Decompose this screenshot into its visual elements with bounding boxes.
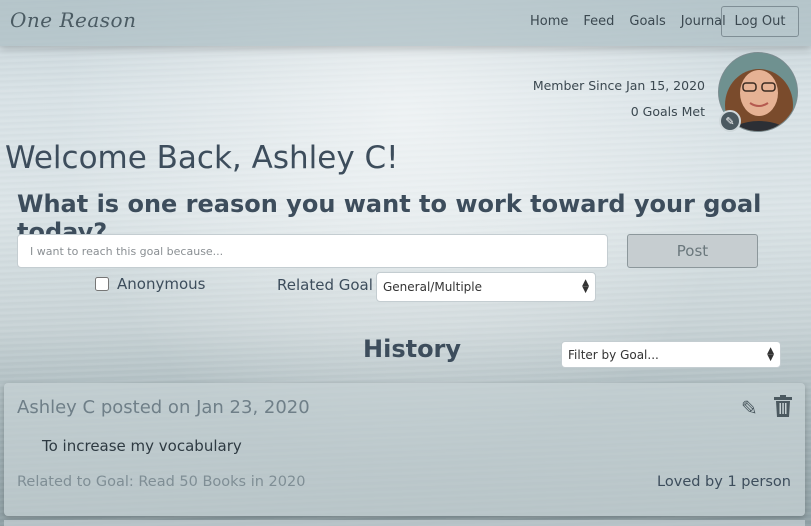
pencil-icon[interactable]: ✎ bbox=[741, 396, 758, 420]
post-card: Ashley C posted on Jan 23, 2020 ✎ To inc… bbox=[4, 383, 805, 516]
avatar-edit-pencil-icon[interactable]: ✎ bbox=[719, 110, 741, 132]
history-title: History bbox=[363, 335, 462, 363]
nav-journal[interactable]: Journal bbox=[681, 14, 726, 29]
post-loved-count[interactable]: Loved by 1 person bbox=[657, 474, 791, 490]
navbar: One Reason Home Feed Goals Journal Log O… bbox=[0, 0, 811, 46]
chevron-updown-icon: ▲ ▼ bbox=[582, 278, 589, 295]
post-body: To increase my vocabulary bbox=[42, 437, 242, 455]
nav-home[interactable]: Home bbox=[530, 14, 568, 29]
member-since: Member Since Jan 15, 2020 bbox=[532, 78, 705, 93]
nav-links: Home Feed Goals Journal bbox=[530, 14, 741, 29]
post-card bbox=[4, 520, 805, 526]
chevron-updown-icon: ▲ ▼ bbox=[767, 345, 774, 363]
nav-feed[interactable]: Feed bbox=[583, 14, 614, 29]
member-info: Member Since Jan 15, 2020 0 Goals Met bbox=[533, 73, 705, 125]
related-goal-selected: General/Multiple bbox=[383, 280, 482, 294]
post-button[interactable]: Post bbox=[627, 234, 758, 268]
brand-logo[interactable]: One Reason bbox=[10, 8, 136, 32]
filter-goal-selected: Filter by Goal... bbox=[568, 347, 659, 362]
anonymous-checkbox[interactable] bbox=[95, 277, 109, 291]
logout-button[interactable]: Log Out bbox=[721, 6, 799, 37]
nav-goals[interactable]: Goals bbox=[629, 14, 665, 29]
welcome-heading: Welcome Back, Ashley C! bbox=[5, 140, 399, 176]
anonymous-toggle[interactable]: Anonymous bbox=[95, 275, 205, 293]
goals-met: 0 Goals Met bbox=[630, 104, 705, 119]
reason-input[interactable] bbox=[17, 234, 608, 268]
related-goal-label: Related Goal bbox=[277, 276, 373, 294]
filter-goal-select[interactable]: Filter by Goal... ▲ ▼ bbox=[561, 341, 781, 368]
post-header: Ashley C posted on Jan 23, 2020 bbox=[17, 397, 310, 418]
anonymous-label: Anonymous bbox=[117, 275, 206, 293]
trash-icon[interactable] bbox=[774, 395, 792, 417]
post-related-goal: Related to Goal: Read 50 Books in 2020 bbox=[17, 474, 306, 490]
related-goal-select[interactable]: General/Multiple ▲ ▼ bbox=[376, 272, 596, 302]
